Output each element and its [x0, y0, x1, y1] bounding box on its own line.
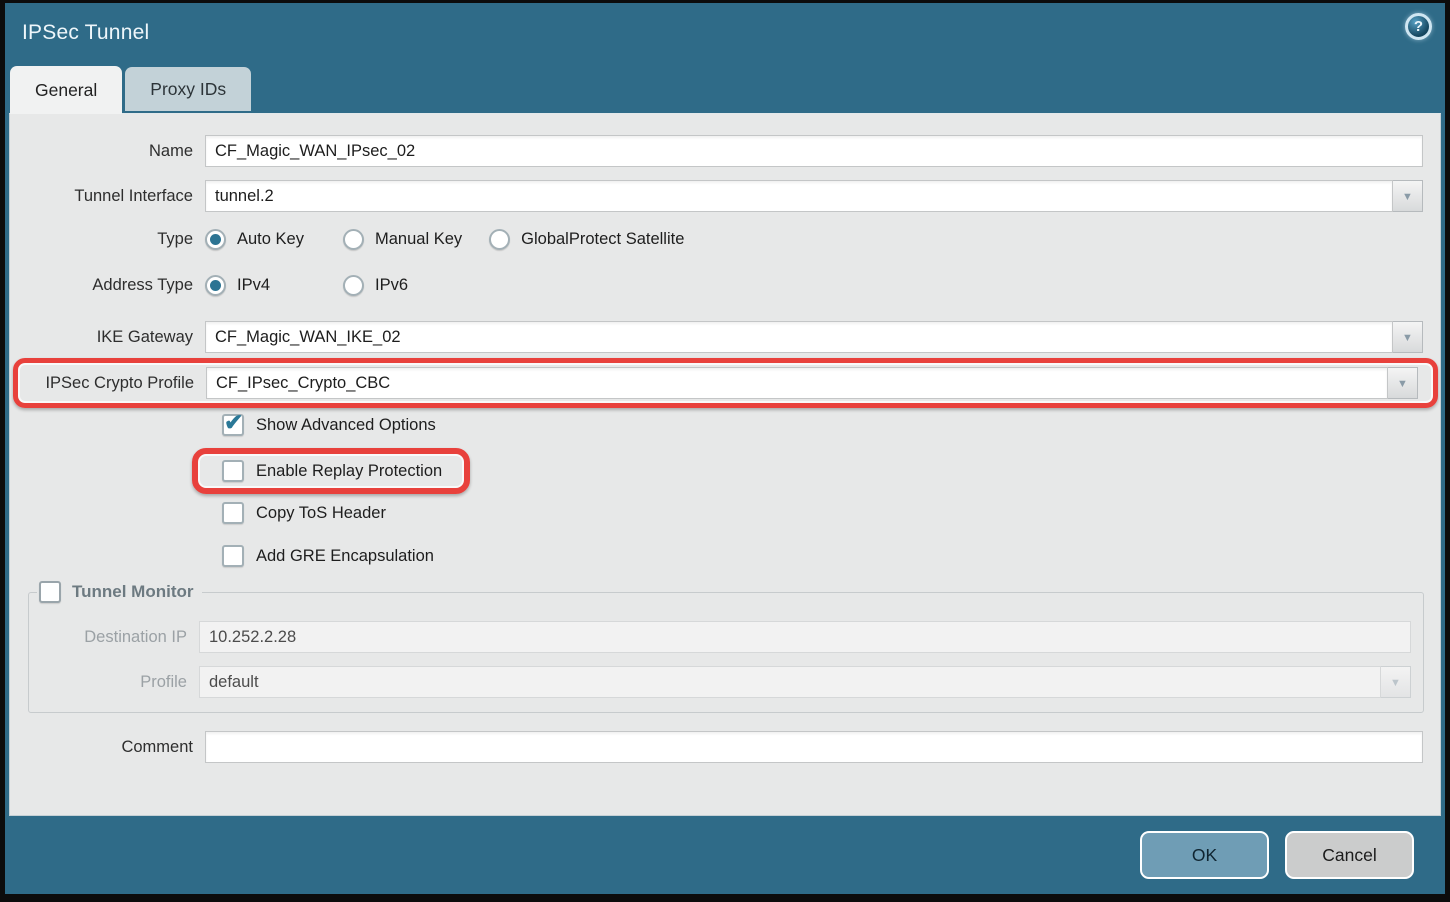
tunnel-interface-input[interactable]: [205, 180, 1393, 212]
address-type-row: Address Type IPv4 IPv6: [10, 275, 1440, 296]
general-tab-panel: Name Tunnel Interface ▼ Type: [9, 113, 1441, 816]
tab-proxy-ids-label: Proxy IDs: [150, 79, 226, 100]
tunnel-monitor-group: ✔ Tunnel Monitor Destination IP Profile …: [28, 581, 1424, 713]
ok-button[interactable]: OK: [1140, 831, 1269, 879]
checkbox-icon[interactable]: ✔: [222, 545, 244, 567]
checkmark-icon: ✔: [224, 409, 243, 436]
name-row: Name: [10, 135, 1440, 167]
name-label: Name: [10, 142, 205, 161]
type-option-auto-key[interactable]: Auto Key: [205, 229, 343, 250]
type-option-manual-key[interactable]: Manual Key: [343, 229, 489, 250]
destination-ip-input: [199, 621, 1411, 653]
dialog-title: IPSec Tunnel: [22, 21, 149, 45]
dialog-frame: IPSec Tunnel ? General Proxy IDs Name: [0, 0, 1450, 902]
address-type-option-ipv6[interactable]: IPv6: [343, 275, 481, 296]
ipsec-crypto-profile-row: IPSec Crypto Profile ▼: [18, 367, 1426, 399]
tunnel-monitor-checkbox[interactable]: ✔: [39, 581, 61, 603]
comment-label: Comment: [10, 738, 205, 757]
tunnel-interface-label: Tunnel Interface: [10, 187, 205, 206]
type-option-globalprotect-satellite[interactable]: GlobalProtect Satellite: [489, 229, 711, 250]
monitor-profile-input: [199, 666, 1381, 698]
tab-proxy-ids[interactable]: Proxy IDs: [125, 67, 251, 111]
tunnel-interface-dropdown-button[interactable]: ▼: [1393, 180, 1423, 212]
tunnel-interface-row: Tunnel Interface ▼: [10, 180, 1440, 212]
radio-selected-icon[interactable]: [205, 229, 226, 250]
radio-icon[interactable]: [343, 275, 364, 296]
add-gre-encapsulation-label: Add GRE Encapsulation: [256, 547, 434, 566]
chevron-down-icon: ▼: [1402, 331, 1413, 344]
address-type-option-ipv4-label: IPv4: [237, 276, 270, 295]
type-row: Type Auto Key Manual Key GlobalProtect S…: [10, 229, 1440, 250]
radio-icon[interactable]: [489, 229, 510, 250]
monitor-profile-dropdown-button: ▼: [1381, 666, 1411, 698]
ipsec-tunnel-dialog: IPSec Tunnel ? General Proxy IDs Name: [5, 3, 1445, 894]
enable-replay-protection-checkbox-row[interactable]: ✔ Enable Replay Protection: [222, 460, 442, 482]
address-type-label: Address Type: [10, 276, 205, 295]
tunnel-monitor-legend[interactable]: ✔ Tunnel Monitor: [37, 581, 202, 603]
ike-gateway-row: IKE Gateway ▼: [10, 321, 1440, 353]
ipsec-crypto-profile-dropdown-button[interactable]: ▼: [1388, 367, 1418, 399]
destination-ip-row: Destination IP: [29, 621, 1411, 653]
tab-general[interactable]: General: [10, 66, 122, 114]
type-option-globalprotect-satellite-label: GlobalProtect Satellite: [521, 230, 684, 249]
name-input[interactable]: [205, 135, 1423, 167]
dialog-footer: OK Cancel: [5, 816, 1445, 894]
ike-gateway-dropdown-button[interactable]: ▼: [1393, 321, 1423, 353]
radio-icon[interactable]: [343, 229, 364, 250]
radio-selected-icon[interactable]: [205, 275, 226, 296]
ike-gateway-input[interactable]: [205, 321, 1393, 353]
help-icon[interactable]: ?: [1405, 13, 1432, 40]
copy-tos-header-label: Copy ToS Header: [256, 504, 386, 523]
type-option-manual-key-label: Manual Key: [375, 230, 462, 249]
tab-general-label: General: [35, 80, 97, 101]
chevron-down-icon: ▼: [1402, 190, 1413, 203]
comment-row: Comment: [10, 731, 1440, 763]
address-type-option-ipv4[interactable]: IPv4: [205, 275, 343, 296]
show-advanced-options-label: Show Advanced Options: [256, 416, 436, 435]
chevron-down-icon: ▼: [1397, 377, 1408, 390]
add-gre-encapsulation-checkbox-row[interactable]: ✔ Add GRE Encapsulation: [222, 545, 1440, 567]
checkbox-checked-icon[interactable]: ✔: [222, 414, 244, 436]
monitor-profile-row: Profile ▼: [29, 666, 1411, 698]
destination-ip-label: Destination IP: [29, 628, 199, 647]
tab-bar: General Proxy IDs: [5, 63, 1445, 113]
ike-gateway-label: IKE Gateway: [10, 328, 205, 347]
comment-input[interactable]: [205, 731, 1423, 763]
cancel-button[interactable]: Cancel: [1285, 831, 1414, 879]
ipsec-crypto-profile-label: IPSec Crypto Profile: [18, 374, 206, 393]
monitor-profile-label: Profile: [29, 673, 199, 692]
ipsec-crypto-profile-input[interactable]: [206, 367, 1388, 399]
address-type-option-ipv6-label: IPv6: [375, 276, 408, 295]
title-bar: IPSec Tunnel ?: [5, 3, 1445, 63]
chevron-down-icon: ▼: [1390, 676, 1401, 689]
enable-replay-protection-label: Enable Replay Protection: [256, 462, 442, 481]
ipsec-crypto-profile-highlight: IPSec Crypto Profile ▼: [13, 358, 1438, 408]
type-label: Type: [10, 230, 205, 249]
copy-tos-header-checkbox-row[interactable]: ✔ Copy ToS Header: [222, 502, 1440, 524]
show-advanced-options-checkbox-row[interactable]: ✔ Show Advanced Options: [222, 414, 1440, 436]
checkbox-icon[interactable]: ✔: [222, 502, 244, 524]
enable-replay-protection-highlight: ✔ Enable Replay Protection: [192, 448, 470, 494]
tunnel-monitor-label: Tunnel Monitor: [72, 582, 194, 602]
checkbox-icon[interactable]: ✔: [222, 460, 244, 482]
type-option-auto-key-label: Auto Key: [237, 230, 304, 249]
